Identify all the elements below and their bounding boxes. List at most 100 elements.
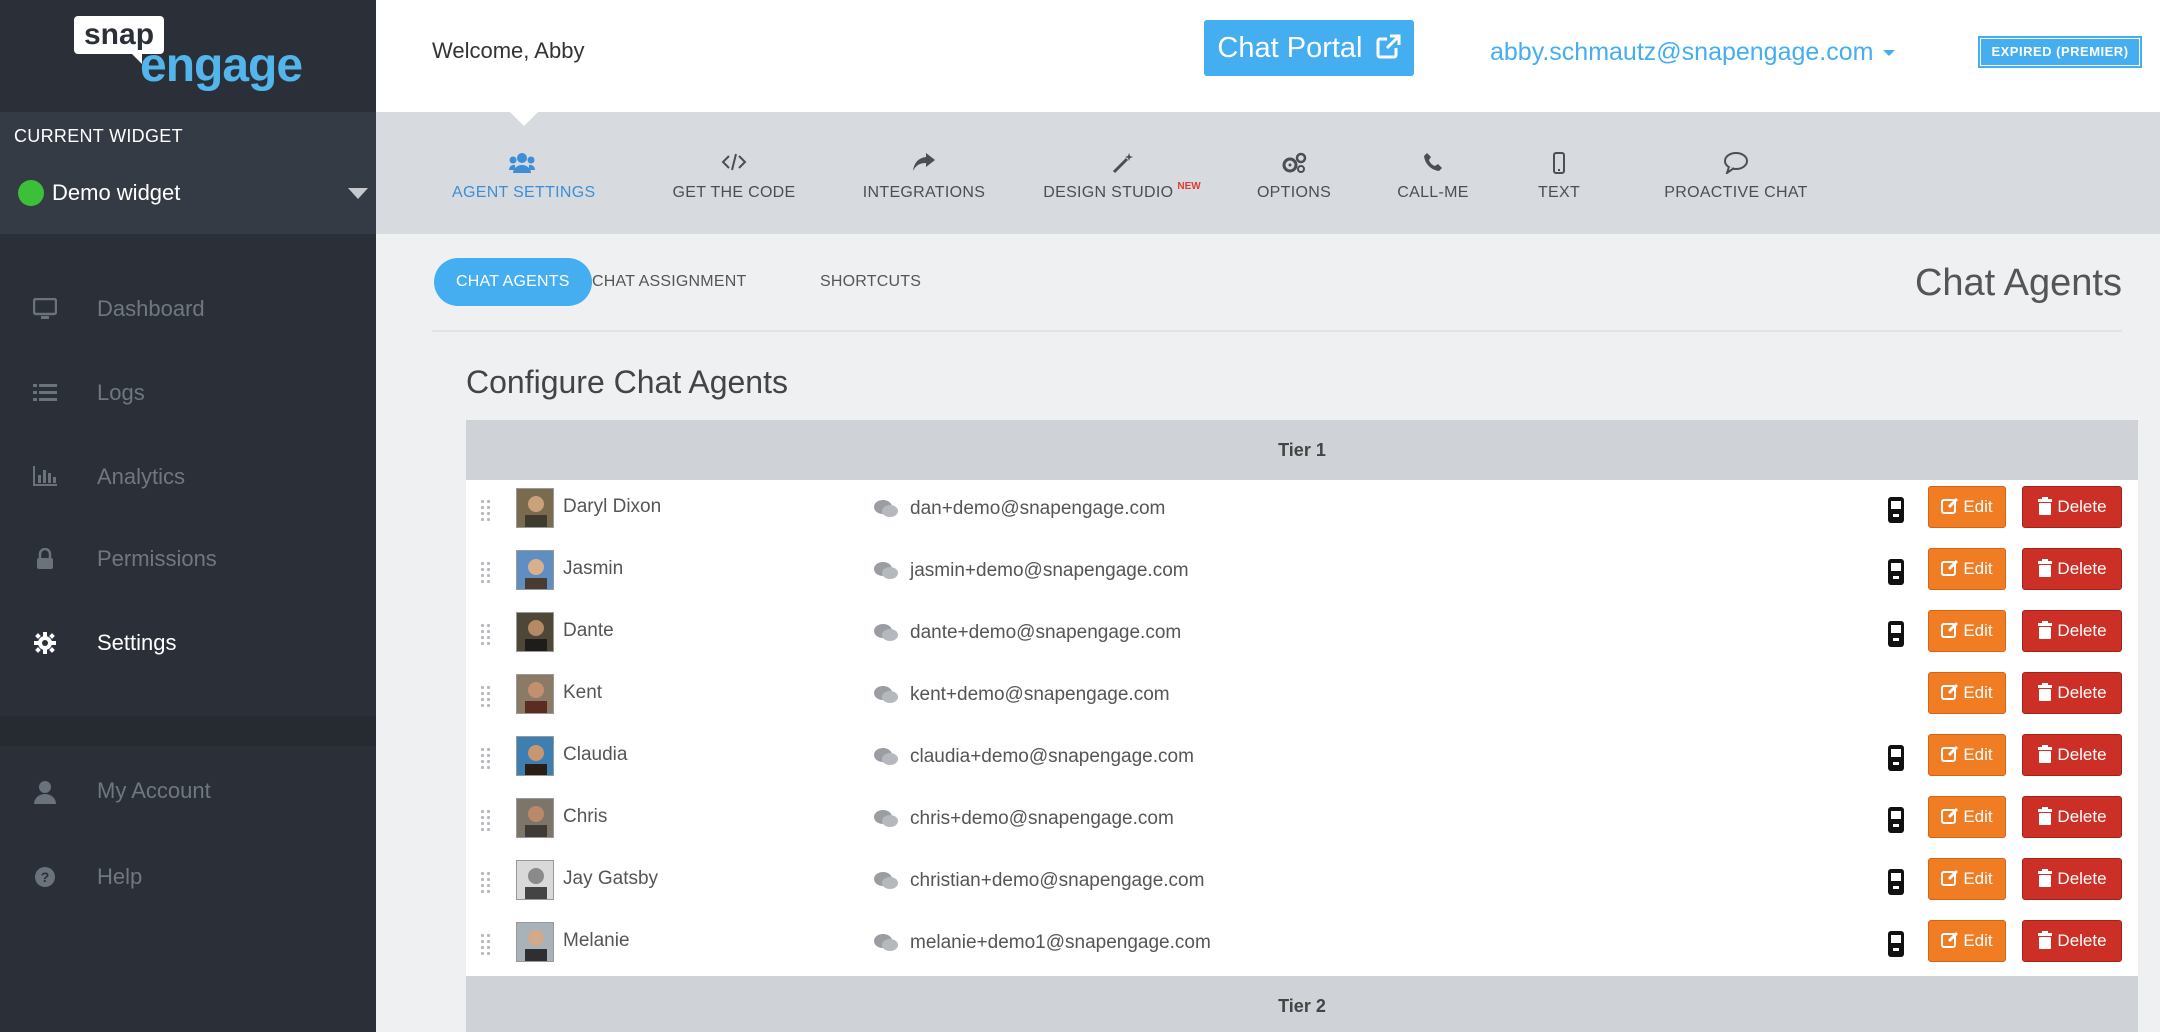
tab-shortcuts[interactable]: SHORTCUTS [820,258,921,306]
agent-name: Chris [563,806,608,827]
lock-icon [32,547,58,572]
agent-email: claudia+demo@snapengage.com [910,746,1194,767]
table-row: Kent kent+demo@snapengage.com Edit Delet… [466,666,2138,728]
edit-icon [1941,559,1959,576]
tier-header: Tier 1 [466,420,2138,480]
edit-button[interactable]: Edit [1928,486,2006,528]
tab-options[interactable]: OPTIONS [1246,152,1342,202]
chat-bubbles-icon [872,560,900,582]
chat-bubbles-icon [872,746,900,768]
edit-button[interactable]: Edit [1928,858,2006,900]
tab-chat-agents[interactable]: CHAT AGENTS [434,258,592,306]
sidebar-item-label: Permissions [97,546,217,571]
tab-get-the-code[interactable]: GET THE CODE [652,152,816,202]
plan-status-badge[interactable]: EXPIRED (PREMIER) [1978,36,2142,68]
delete-button[interactable]: Delete [2022,610,2122,652]
edit-icon [1941,683,1959,700]
chat-portal-button[interactable]: Chat Portal [1204,20,1414,76]
tab-integrations[interactable]: INTEGRATIONS [842,152,1006,202]
sidebar-item-permissions[interactable]: Permissions [0,520,376,600]
tab-chat-assignment[interactable]: CHAT ASSIGNMENT [592,258,746,306]
drag-handle-icon[interactable] [480,932,492,956]
sidebar-item-settings[interactable]: Settings [0,604,376,684]
edit-button[interactable]: Edit [1928,920,2006,962]
agent-email: chris+demo@snapengage.com [910,808,1174,829]
snapengage-logo[interactable]: snap engage [72,16,312,96]
drag-handle-icon[interactable] [480,746,492,770]
sidebar-item-dashboard[interactable]: Dashboard [0,270,376,350]
drag-handle-icon[interactable] [480,622,492,646]
delete-button[interactable]: Delete [2022,858,2122,900]
sidebar-item-analytics[interactable]: Analytics [0,438,376,518]
agent-name: Jay Gatsby [563,868,659,889]
edit-button[interactable]: Edit [1928,548,2006,590]
agent-name: Dante [563,620,614,641]
drag-handle-icon[interactable] [480,498,492,522]
sidebar-item-label: Help [97,864,143,889]
chevron-down-icon[interactable] [348,188,368,199]
delete-button[interactable]: Delete [2022,796,2122,838]
widget-name: Demo widget [52,180,181,205]
logo-engage-text: engage [140,39,303,92]
delete-button[interactable]: Delete [2022,672,2122,714]
sidebar-item-help[interactable]: ? Help [0,838,376,918]
tier-1-rows: Daryl Dixon dan+demo@snapengage.com Edit… [466,480,2138,976]
drag-handle-icon[interactable] [480,808,492,832]
avatar [516,922,554,962]
sidebar: snap engage CURRENT WIDGET Demo widget D… [0,0,376,1032]
delete-button[interactable]: Delete [2022,486,2122,528]
table-row: Dante dante+demo@snapengage.com Edit Del… [466,604,2138,666]
mobile-phone-icon [1886,868,1906,896]
drag-handle-icon[interactable] [480,684,492,708]
sidebar-item-my-account[interactable]: My Account [0,752,376,832]
current-widget-selector[interactable]: CURRENT WIDGET Demo widget [0,112,376,234]
magic-wand-icon [1030,152,1214,176]
chat-bubbles-icon [872,870,900,892]
edit-label: Edit [1963,559,1993,578]
tab-proactive-chat[interactable]: PROACTIVE CHAT [1646,152,1826,202]
agent-email: jasmin+demo@snapengage.com [910,560,1189,581]
edit-label: Edit [1963,745,1993,764]
sidebar-item-logs[interactable]: Logs [0,354,376,434]
tab-text[interactable]: TEXT [1526,152,1592,202]
sidebar-item-label: Logs [97,380,145,405]
tab-label: OPTIONS [1256,184,1332,201]
edit-label: Edit [1963,807,1993,826]
edit-button[interactable]: Edit [1928,734,2006,776]
cogs-icon [1246,152,1342,176]
welcome-text: Welcome, Abby [432,38,585,63]
trash-icon [2038,621,2053,639]
drag-handle-icon[interactable] [480,560,492,584]
drag-handle-icon[interactable] [480,870,492,894]
delete-button[interactable]: Delete [2022,920,2122,962]
section-heading: Configure Chat Agents [466,364,788,400]
table-row: Daryl Dixon dan+demo@snapengage.com Edit… [466,480,2138,542]
agent-email: melanie+demo1@snapengage.com [910,932,1211,953]
edit-label: Edit [1963,931,1993,950]
edit-button[interactable]: Edit [1928,610,2006,652]
delete-label: Delete [2057,621,2107,640]
delete-label: Delete [2057,497,2107,516]
user-menu[interactable]: abby.schmautz@snapengage.com [1490,38,1896,67]
mobile-phone-icon [1886,496,1906,524]
tab-design-studio[interactable]: DESIGN STUDIO NEW [1030,152,1214,202]
help-icon: ? [32,866,58,890]
tab-label: GET THE CODE [672,184,796,201]
agent-name: Claudia [563,744,628,765]
trash-icon [2038,745,2053,763]
delete-button[interactable]: Delete [2022,734,2122,776]
tab-agent-settings[interactable]: AGENT SETTINGS [452,152,595,202]
table-row: Chris chris+demo@snapengage.com Edit Del… [466,790,2138,852]
sidebar-item-label: Dashboard [97,296,205,321]
new-badge: NEW [1177,181,1201,192]
edit-button[interactable]: Edit [1928,672,2006,714]
edit-button[interactable]: Edit [1928,796,2006,838]
delete-button[interactable]: Delete [2022,548,2122,590]
settings-nav: AGENT SETTINGS GET THE CODE INTEGRATIONS… [376,112,2160,234]
tab-call-me[interactable]: CALL-ME [1388,152,1478,202]
trash-icon [2038,869,2053,887]
trash-icon [2038,497,2053,515]
tab-label: INTEGRATIONS [862,184,986,201]
phone-icon [1388,152,1478,176]
edit-icon [1941,497,1959,514]
